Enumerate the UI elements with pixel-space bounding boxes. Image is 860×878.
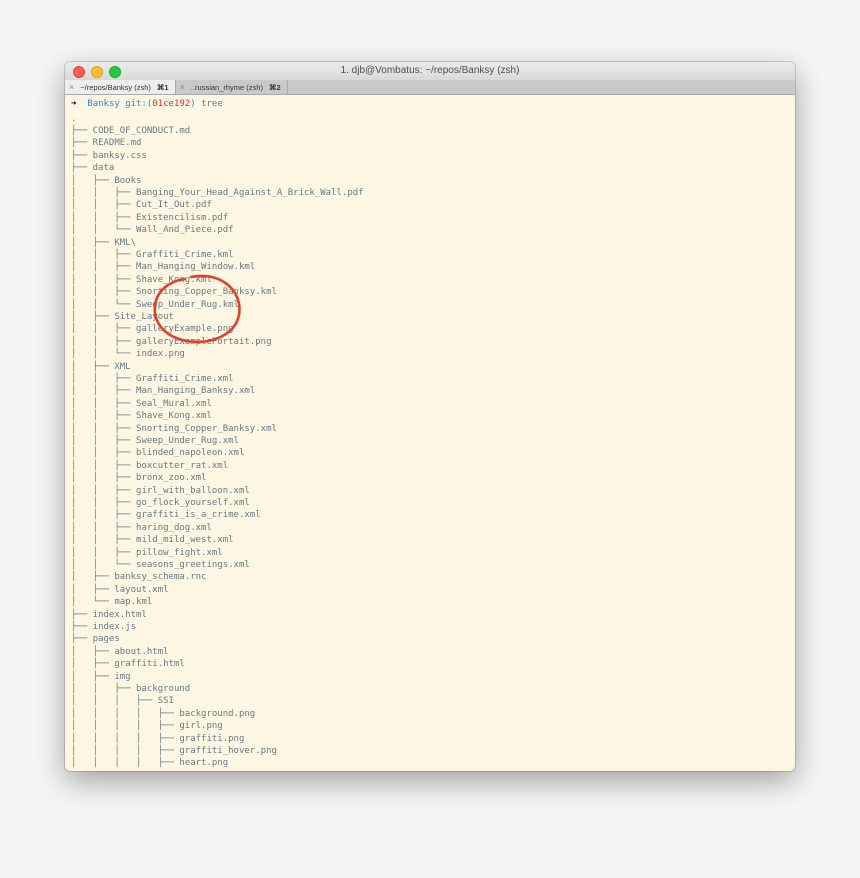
close-tab-icon[interactable]: ×	[69, 82, 74, 92]
tab-label: ..russian_rhyme (zsh)	[190, 82, 263, 92]
prompt-branch: 01ce192	[152, 99, 191, 109]
tree-line: │ │ └── seasons_greetings.xml	[71, 559, 250, 570]
prompt-directory: Banksy	[87, 99, 120, 109]
tree-line: │ │ └── Wall_And_Piece.pdf	[71, 225, 234, 236]
tree-line: │ │ ├── galleryExamplePortait.png	[71, 336, 272, 347]
prompt-line: ➜ Banksy git:(01ce192) tree	[71, 98, 223, 110]
tree-line: │ │ ├── Man_Hanging_Banksy.xml	[71, 386, 256, 397]
tree-line: │ ├── Site_Layout	[71, 311, 174, 322]
prompt-git-prefix: git:(	[125, 99, 153, 109]
tree-line: │ │ ├── boxcutter_rat.xml	[71, 460, 229, 471]
tree-line: │ │ │ │ ├── heart.png	[71, 758, 229, 769]
tab-shortcut: ⌘2	[268, 82, 281, 92]
tree-line: │ │ ├── bronx_zoo.xml	[71, 473, 207, 484]
tree-line: ├── README.md	[71, 138, 142, 149]
tab-label: ~/repos/Banksy (zsh)	[80, 82, 151, 92]
tree-line: │ ├── Books	[71, 175, 142, 186]
terminal-output[interactable]: ➜ Banksy git:(01ce192) tree . ├── CODE_OF…	[65, 95, 795, 771]
tree-line: │ │ └── Sweep_Under_Rug.kml	[71, 299, 239, 310]
tree-line: │ │ ├── Cut_It_Out.pdf	[71, 200, 212, 211]
tree-line: │ ├── banksy_schema.rnc	[71, 572, 207, 583]
tree-line: │ │ ├── mild_mild_west.xml	[71, 535, 234, 546]
tree-line: │ ├── graffiti.html	[71, 659, 185, 670]
tree-line: │ │ ├── blinded_napoleon.xml	[71, 448, 245, 459]
tree-line: │ ├── about.html	[71, 646, 169, 657]
tree-line: │ │ │ │ ├── girl.png	[71, 721, 223, 732]
tree-line: │ │ ├── Snorting_Copper_Banksy.kml	[71, 287, 277, 298]
tree-line: │ │ │ ├── SSI	[71, 696, 174, 707]
tree-line: │ │ ├── pillow_fight.xml	[71, 547, 223, 558]
tree-line: │ │ ├── Snorting_Copper_Banksy.xml	[71, 423, 277, 434]
tree-line: │ │ ├── Man_Hanging_Window.kml	[71, 262, 256, 273]
tab-bar: × ~/repos/Banksy (zsh) ⌘1 × ..russian_rh…	[65, 80, 795, 95]
prompt-git-suffix: )	[190, 99, 196, 109]
tree-line: │ │ ├── Seal_Mural.xml	[71, 398, 212, 409]
tree-line: ├── banksy.css	[71, 150, 147, 161]
close-tab-icon[interactable]: ×	[180, 82, 185, 92]
tree-line: │ │ ├── Sweep_Under_Rug.xml	[71, 435, 239, 446]
tree-line: │ │ ├── Banging_Your_Head_Against_A_Bric…	[71, 187, 364, 198]
prompt-command: tree	[201, 99, 223, 109]
tree-line: ├── CODE_OF_CONDUCT.md	[71, 125, 191, 136]
tree-line: │ └── map.kml	[71, 597, 153, 608]
tree-line: │ ├── layout.xml	[71, 584, 169, 595]
tree-line: │ │ ├── Existencilism.pdf	[71, 212, 229, 223]
title-bar[interactable]: 1. djb@Vombatus: ~/repos/Banksy (zsh)	[65, 62, 795, 81]
tree-line: ├── index.js	[71, 621, 137, 632]
tree-line: ├── index.html	[71, 609, 147, 620]
tree-line: │ │ ├── galleryExample.png	[71, 324, 234, 335]
tree-line: │ │ ├── girl_with_balloon.xml	[71, 485, 250, 496]
tree-line: │ │ │ │ ├── graffiti_hover.png	[71, 745, 277, 756]
tree-line: │ │ ├── background	[71, 683, 191, 694]
tree-line: │ │ ├── go_flock_yourself.xml	[71, 497, 250, 508]
tree-line: │ ├── KML\	[71, 237, 137, 248]
tree-line: │ │ ├── Shave_Kong.kml	[71, 274, 212, 285]
tree-line: │ ├── XML	[71, 361, 131, 372]
tree-line: │ │ │ │ ├── graffiti.png	[71, 733, 245, 744]
tree-line: .	[71, 113, 77, 124]
tree-line: │ │ ├── graffiti_is_a_crime.xml	[71, 510, 261, 521]
tree-line: │ │ │ │ ├── background.png	[71, 708, 256, 719]
tree-line: ├── pages	[71, 634, 120, 645]
tab-shortcut: ⌘1	[156, 82, 169, 92]
tree-line: │ │ ├── Graffiti_Crime.xml	[71, 373, 234, 384]
prompt-arrow-icon: ➜	[71, 99, 77, 109]
tree-line: │ ├── img	[71, 671, 131, 682]
terminal-window: 1. djb@Vombatus: ~/repos/Banksy (zsh) × …	[65, 62, 795, 771]
tree-line: │ │ ├── Shave_Kong.xml	[71, 411, 212, 422]
tree-line: ├── data	[71, 163, 115, 174]
tree-line: │ │ ├── haring_dog.xml	[71, 522, 212, 533]
tab-banksy[interactable]: × ~/repos/Banksy (zsh) ⌘1	[65, 80, 176, 94]
tab-russian-rhyme[interactable]: × ..russian_rhyme (zsh) ⌘2	[176, 80, 288, 94]
tree-line: │ │ ├── Graffiti_Crime.kml	[71, 249, 234, 260]
window-title: 1. djb@Vombatus: ~/repos/Banksy (zsh)	[340, 65, 520, 76]
tree-line: │ │ └── index.png	[71, 349, 185, 360]
